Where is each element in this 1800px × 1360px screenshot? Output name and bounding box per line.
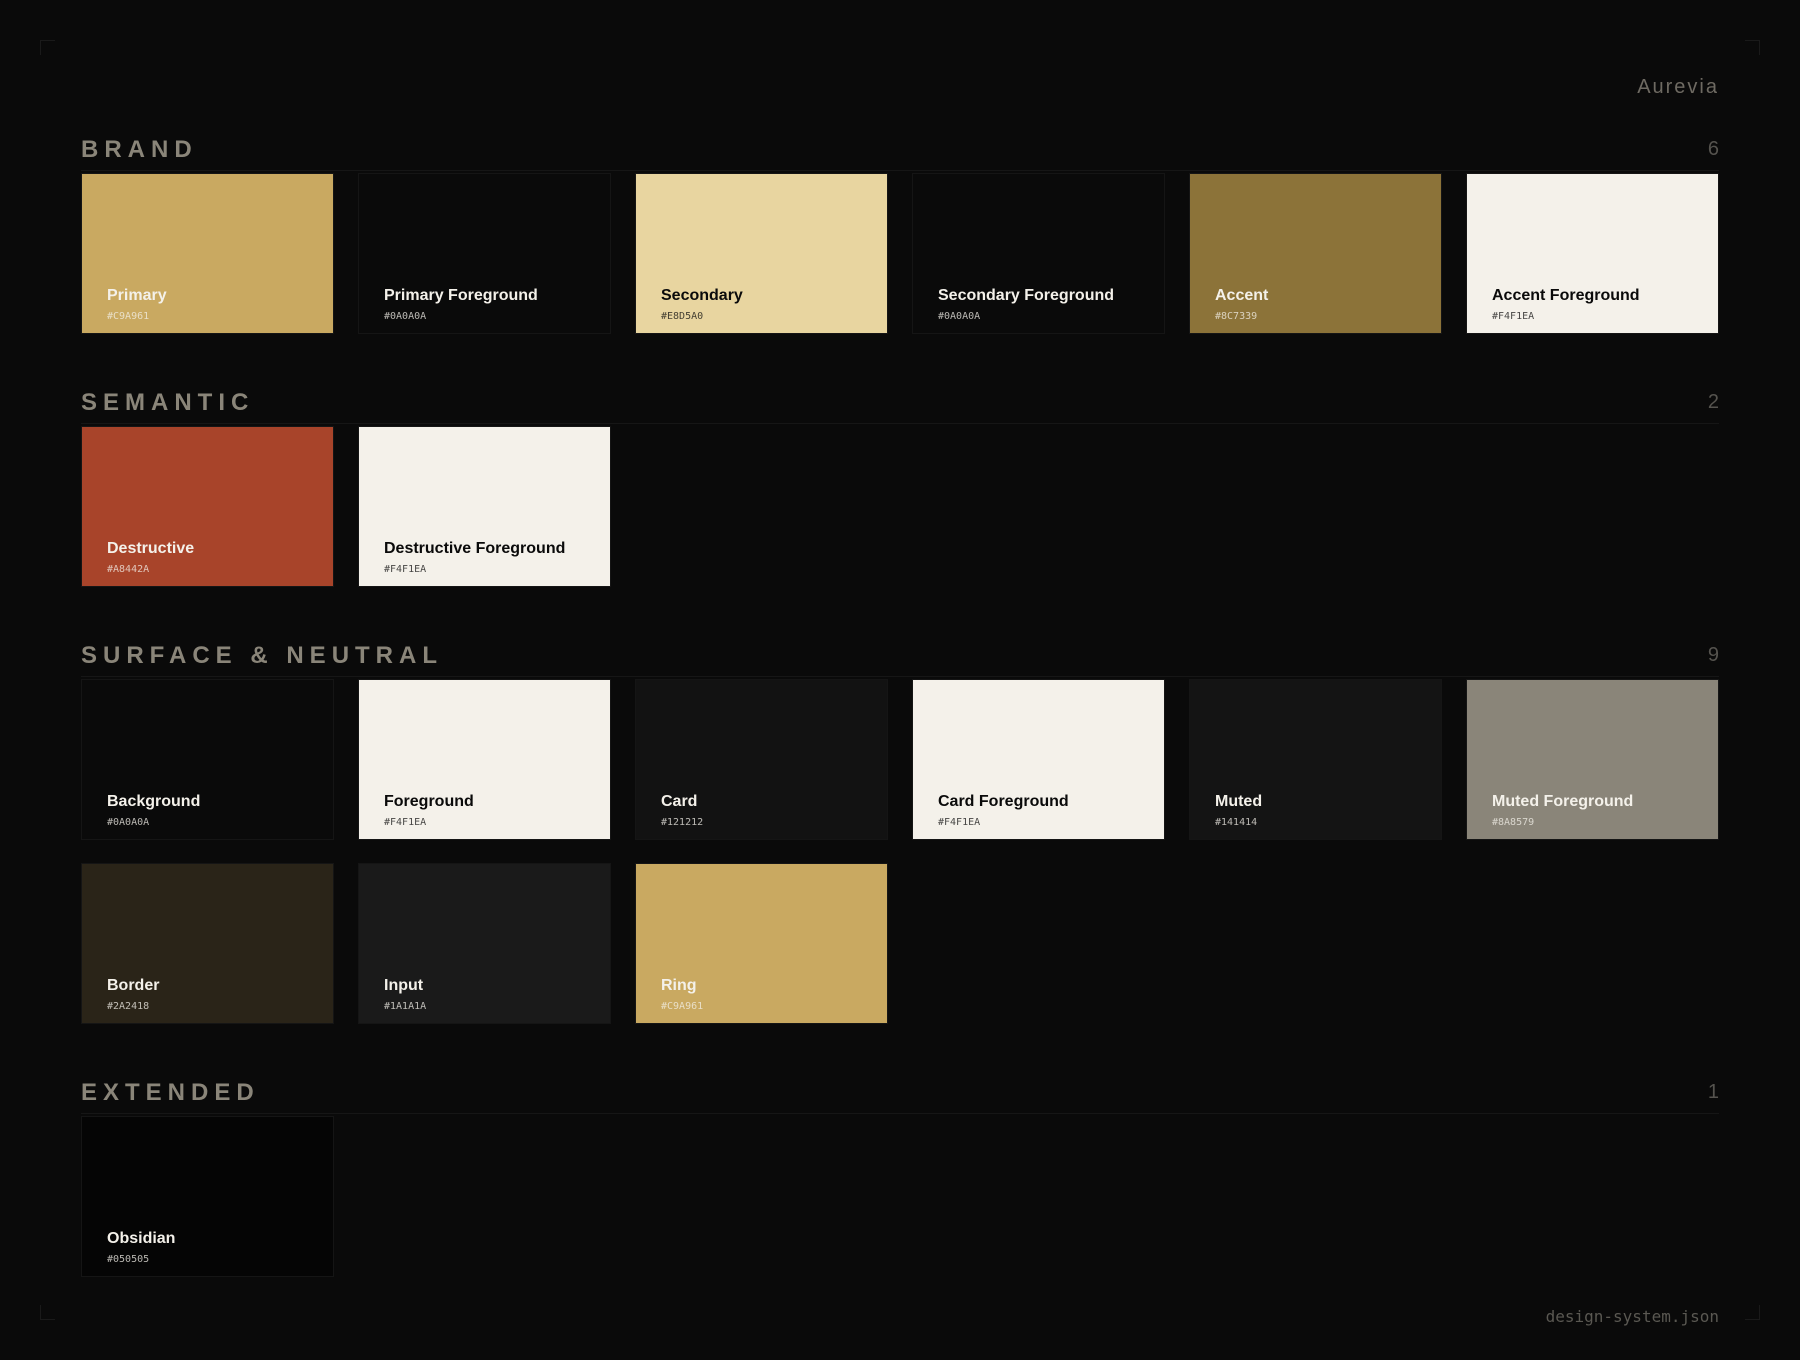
- color-swatch[interactable]: Muted #141414: [1189, 679, 1442, 840]
- section-title: EXTENDED: [81, 1079, 260, 1106]
- swatch-grid: Background #0A0A0A Foreground #F4F1EA Ca…: [81, 679, 1719, 1024]
- section-header: BRAND 6: [81, 136, 1719, 171]
- color-swatch[interactable]: Accent Foreground #F4F1EA: [1466, 173, 1719, 334]
- swatch-hex: #0A0A0A: [107, 817, 150, 828]
- color-swatch[interactable]: Ring #C9A961: [635, 863, 888, 1024]
- brand-name: Aurevia: [1637, 76, 1719, 98]
- frame-corner: [1745, 1305, 1760, 1320]
- section-count: 1: [1707, 1081, 1719, 1103]
- section-title: BRAND: [81, 136, 198, 163]
- section-title: SEMANTIC: [81, 389, 255, 416]
- color-swatch[interactable]: Accent #8C7339: [1189, 173, 1442, 334]
- swatch-hex: #2A2418: [107, 1001, 150, 1012]
- swatch-name: Destructive: [107, 540, 195, 557]
- swatch-name: Primary Foreground: [384, 287, 538, 304]
- color-swatch[interactable]: Secondary #E8D5A0: [635, 173, 888, 334]
- swatch-name: Input: [384, 977, 424, 994]
- color-swatch[interactable]: Obsidian #050505: [81, 1116, 334, 1277]
- swatch-hex: #F4F1EA: [384, 817, 427, 828]
- section-title: SURFACE & NEUTRAL: [81, 642, 444, 669]
- swatch-grid: Obsidian #050505: [81, 1116, 1719, 1277]
- swatch-name: Foreground: [384, 793, 474, 810]
- color-swatch[interactable]: Primary #C9A961: [81, 173, 334, 334]
- swatch-hex: #8A8579: [1492, 817, 1535, 828]
- swatch-name: Border: [107, 977, 160, 994]
- swatch-name: Destructive Foreground: [384, 540, 566, 557]
- swatch-hex: #F4F1EA: [1492, 311, 1535, 322]
- frame-corner: [1745, 40, 1760, 55]
- swatch-hex: #1A1A1A: [384, 1001, 427, 1012]
- swatch-name: Card Foreground: [938, 793, 1069, 810]
- swatch-name: Secondary: [661, 287, 743, 304]
- section-count: 6: [1707, 138, 1719, 160]
- swatch-hex: #C9A961: [661, 1001, 704, 1012]
- section-surface-neutral: SURFACE & NEUTRAL 9 Background #0A0A0A F…: [81, 642, 1719, 1024]
- color-swatch[interactable]: Secondary Foreground #0A0A0A: [912, 173, 1165, 334]
- footer-filename: design-system.json: [1545, 1307, 1719, 1326]
- color-swatch[interactable]: Border #2A2418: [81, 863, 334, 1024]
- swatch-name: Ring: [661, 977, 697, 994]
- swatch-grid: Destructive #A8442A Destructive Foregrou…: [81, 426, 1719, 587]
- swatch-hex: #141414: [1215, 817, 1258, 828]
- color-swatch[interactable]: Input #1A1A1A: [358, 863, 611, 1024]
- swatch-name: Secondary Foreground: [938, 287, 1115, 304]
- section-brand: BRAND 6 Primary #C9A961 Primary Foregrou…: [81, 136, 1719, 334]
- section-count: 9: [1707, 644, 1719, 666]
- swatch-hex: #0A0A0A: [384, 311, 427, 322]
- section-header: EXTENDED 1: [81, 1079, 1719, 1114]
- section-extended: EXTENDED 1 Obsidian #050505: [81, 1079, 1719, 1277]
- section-header: SURFACE & NEUTRAL 9: [81, 642, 1719, 677]
- color-swatch[interactable]: Primary Foreground #0A0A0A: [358, 173, 611, 334]
- color-swatch[interactable]: Card Foreground #F4F1EA: [912, 679, 1165, 840]
- swatch-hex: #8C7339: [1215, 311, 1258, 322]
- swatch-grid: Primary #C9A961 Primary Foreground #0A0A…: [81, 173, 1719, 334]
- color-swatch[interactable]: Destructive Foreground #F4F1EA: [358, 426, 611, 587]
- swatch-hex: #121212: [661, 817, 704, 828]
- swatch-hex: #F4F1EA: [938, 817, 981, 828]
- swatch-name: Accent Foreground: [1492, 287, 1640, 304]
- color-swatch[interactable]: Foreground #F4F1EA: [358, 679, 611, 840]
- swatch-hex: #E8D5A0: [661, 311, 704, 322]
- swatch-hex: #F4F1EA: [384, 564, 427, 575]
- swatch-hex: #A8442A: [107, 564, 150, 575]
- swatch-name: Primary: [107, 287, 167, 304]
- color-swatch[interactable]: Background #0A0A0A: [81, 679, 334, 840]
- frame-corner: [40, 40, 55, 55]
- section-header: SEMANTIC 2: [81, 389, 1719, 424]
- swatch-hex: #050505: [107, 1254, 150, 1265]
- color-swatch[interactable]: Muted Foreground #8A8579: [1466, 679, 1719, 840]
- color-swatch[interactable]: Destructive #A8442A: [81, 426, 334, 587]
- section-count: 2: [1707, 391, 1719, 413]
- swatch-hex: #C9A961: [107, 311, 150, 322]
- color-swatch[interactable]: Card #121212: [635, 679, 888, 840]
- swatch-hex: #0A0A0A: [938, 311, 981, 322]
- swatch-name: Card: [661, 793, 698, 810]
- section-semantic: SEMANTIC 2 Destructive #A8442A Destructi…: [81, 389, 1719, 587]
- frame-corner: [40, 1305, 55, 1320]
- swatch-name: Obsidian: [107, 1230, 176, 1247]
- swatch-name: Muted: [1215, 793, 1263, 810]
- swatch-name: Muted Foreground: [1492, 793, 1634, 810]
- swatch-name: Accent: [1215, 287, 1269, 304]
- swatch-name: Background: [107, 793, 201, 810]
